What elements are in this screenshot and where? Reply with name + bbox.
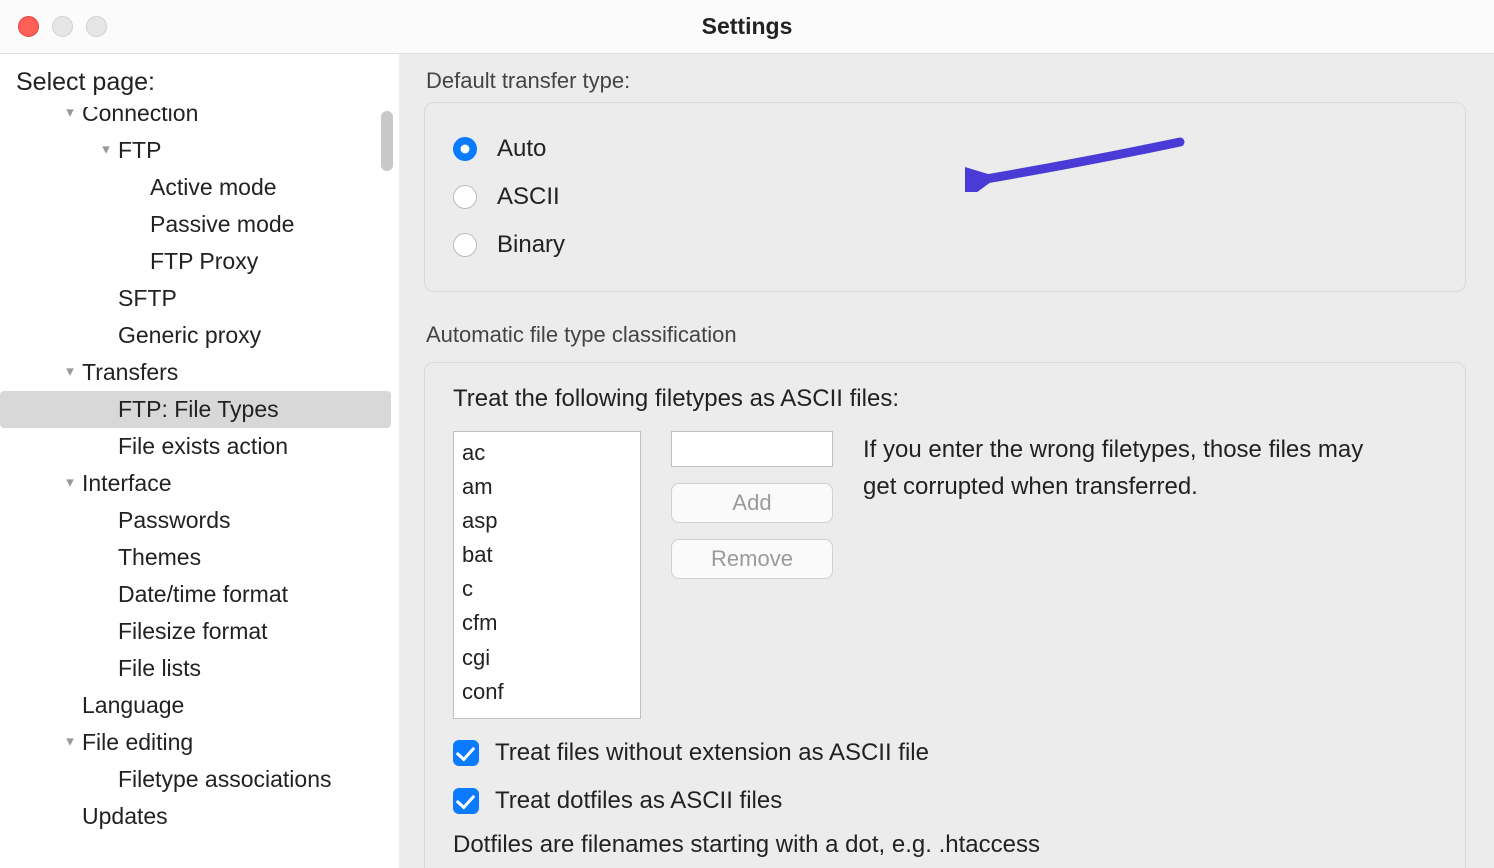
filetype-controls: Add Remove bbox=[671, 431, 833, 579]
sidebar-item-label: Interface bbox=[82, 465, 172, 502]
radio-auto[interactable] bbox=[453, 137, 477, 161]
sidebar-item-themes[interactable]: Themes bbox=[0, 539, 391, 576]
add-button[interactable]: Add bbox=[671, 483, 833, 523]
sidebar-item-label: File exists action bbox=[118, 428, 288, 465]
dotfiles-note: Dotfiles are filenames starting with a d… bbox=[453, 831, 1437, 859]
filetype-item[interactable]: am bbox=[460, 470, 634, 504]
content-area: Default transfer type: Auto ASCII Binary bbox=[400, 54, 1494, 868]
chevron-down-icon bbox=[60, 360, 80, 384]
sidebar-item-passwords[interactable]: Passwords bbox=[0, 502, 391, 539]
radio-auto-label: Auto bbox=[497, 135, 546, 163]
sidebar-item-label: FTP Proxy bbox=[150, 243, 258, 280]
radio-binary[interactable] bbox=[453, 233, 477, 257]
sidebar-item-label: FTP: File Types bbox=[118, 391, 279, 428]
sidebar-item-filetype-associations[interactable]: Filetype associations bbox=[0, 761, 391, 798]
settings-window: Settings Select page: ConnectionFTPActiv… bbox=[0, 0, 1494, 868]
sidebar-item-label: Passive mode bbox=[150, 206, 294, 243]
sidebar-item-label: Language bbox=[82, 687, 184, 724]
sidebar-item-sftp[interactable]: SFTP bbox=[0, 280, 391, 317]
check-dotfiles-row[interactable]: Treat dotfiles as ASCII files bbox=[453, 787, 1437, 815]
sidebar-item-interface[interactable]: Interface bbox=[0, 465, 391, 502]
classification-row: acamaspbatccfmcgiconf Add Remove If you … bbox=[453, 431, 1437, 719]
radio-auto-row[interactable]: Auto bbox=[453, 125, 1437, 173]
sidebar-item-file-editing[interactable]: File editing bbox=[0, 724, 391, 761]
classification-section: Automatic file type classification Treat… bbox=[424, 320, 1466, 868]
window-title: Settings bbox=[702, 13, 793, 40]
sidebar-item-connection[interactable]: Connection bbox=[0, 107, 391, 132]
titlebar: Settings bbox=[0, 0, 1494, 54]
sidebar-item-label: Transfers bbox=[82, 354, 178, 391]
tree-scrollbar[interactable] bbox=[381, 111, 393, 171]
filetype-item[interactable]: conf bbox=[460, 675, 634, 709]
filetype-item[interactable]: ac bbox=[460, 436, 634, 470]
filetype-item[interactable]: bat bbox=[460, 538, 634, 572]
sidebar-item-label: FTP bbox=[118, 132, 161, 169]
remove-button[interactable]: Remove bbox=[671, 539, 833, 579]
filetype-item[interactable]: cgi bbox=[460, 641, 634, 675]
sidebar-item-ftp-file-types[interactable]: FTP: File Types bbox=[0, 391, 391, 428]
sidebar-item-updates[interactable]: Updates bbox=[0, 798, 391, 835]
radio-ascii-label: ASCII bbox=[497, 183, 560, 211]
settings-tree[interactable]: ConnectionFTPActive modePassive modeFTP … bbox=[0, 107, 399, 856]
sidebar-item-label: Active mode bbox=[150, 169, 277, 206]
check-dotfiles[interactable] bbox=[453, 788, 479, 814]
sidebar-item-label: File editing bbox=[82, 724, 193, 761]
check-no-ext[interactable] bbox=[453, 740, 479, 766]
sidebar-item-label: Passwords bbox=[118, 502, 230, 539]
sidebar-item-file-lists[interactable]: File lists bbox=[0, 650, 391, 687]
traffic-lights bbox=[18, 16, 107, 37]
sidebar-item-label: Filetype associations bbox=[118, 761, 332, 798]
check-dotfiles-label: Treat dotfiles as ASCII files bbox=[495, 787, 782, 815]
minimize-window-button[interactable] bbox=[52, 16, 73, 37]
classification-heading: Treat the following filetypes as ASCII f… bbox=[453, 385, 1437, 413]
sidebar-item-date-time-format[interactable]: Date/time format bbox=[0, 576, 391, 613]
default-transfer-section: Default transfer type: Auto ASCII Binary bbox=[424, 66, 1466, 292]
sidebar-item-generic-proxy[interactable]: Generic proxy bbox=[0, 317, 391, 354]
classification-panel: Treat the following filetypes as ASCII f… bbox=[424, 362, 1466, 868]
sidebar-item-label: Date/time format bbox=[118, 576, 288, 613]
filetype-item[interactable]: c bbox=[460, 572, 634, 606]
sidebar-item-filesize-format[interactable]: Filesize format bbox=[0, 613, 391, 650]
sidebar-item-passive-mode[interactable]: Passive mode bbox=[0, 206, 391, 243]
sidebar-item-active-mode[interactable]: Active mode bbox=[0, 169, 391, 206]
check-no-ext-label: Treat files without extension as ASCII f… bbox=[495, 739, 929, 767]
filetype-listbox[interactable]: acamaspbatccfmcgiconf bbox=[453, 431, 641, 719]
chevron-down-icon bbox=[60, 471, 80, 495]
radio-binary-label: Binary bbox=[497, 231, 565, 259]
sidebar-item-file-exists-action[interactable]: File exists action bbox=[0, 428, 391, 465]
sidebar-item-label: Updates bbox=[82, 798, 168, 835]
check-no-ext-row[interactable]: Treat files without extension as ASCII f… bbox=[453, 739, 1437, 767]
sidebar-item-label: SFTP bbox=[118, 280, 177, 317]
filetype-item[interactable]: cfm bbox=[460, 606, 634, 640]
sidebar-item-label: File lists bbox=[118, 650, 201, 687]
sidebar-item-label: Themes bbox=[118, 539, 201, 576]
classification-label: Automatic file type classification bbox=[424, 320, 1466, 356]
window-body: Select page: ConnectionFTPActive modePas… bbox=[0, 54, 1494, 868]
chevron-down-icon bbox=[96, 138, 116, 162]
filetype-item[interactable]: asp bbox=[460, 504, 634, 538]
radio-ascii-row[interactable]: ASCII bbox=[453, 173, 1437, 221]
radio-ascii[interactable] bbox=[453, 185, 477, 209]
radio-binary-row[interactable]: Binary bbox=[453, 221, 1437, 269]
sidebar-item-label: Generic proxy bbox=[118, 317, 261, 354]
sidebar-item-transfers[interactable]: Transfers bbox=[0, 354, 391, 391]
filetype-hint: If you enter the wrong filetypes, those … bbox=[863, 431, 1383, 505]
filetype-input[interactable] bbox=[671, 431, 833, 467]
sidebar: Select page: ConnectionFTPActive modePas… bbox=[0, 54, 400, 868]
transfer-type-panel: Auto ASCII Binary bbox=[424, 102, 1466, 292]
sidebar-header: Select page: bbox=[0, 54, 399, 107]
sidebar-item-label: Filesize format bbox=[118, 613, 268, 650]
sidebar-item-ftp-proxy[interactable]: FTP Proxy bbox=[0, 243, 391, 280]
chevron-down-icon bbox=[60, 730, 80, 754]
sidebar-item-ftp[interactable]: FTP bbox=[0, 132, 391, 169]
sidebar-item-label: Connection bbox=[82, 107, 198, 132]
close-window-button[interactable] bbox=[18, 16, 39, 37]
chevron-down-icon bbox=[60, 107, 80, 126]
zoom-window-button[interactable] bbox=[86, 16, 107, 37]
default-transfer-label: Default transfer type: bbox=[424, 66, 1466, 102]
tree-wrap: ConnectionFTPActive modePassive modeFTP … bbox=[0, 107, 399, 868]
sidebar-item-language[interactable]: Language bbox=[0, 687, 391, 724]
